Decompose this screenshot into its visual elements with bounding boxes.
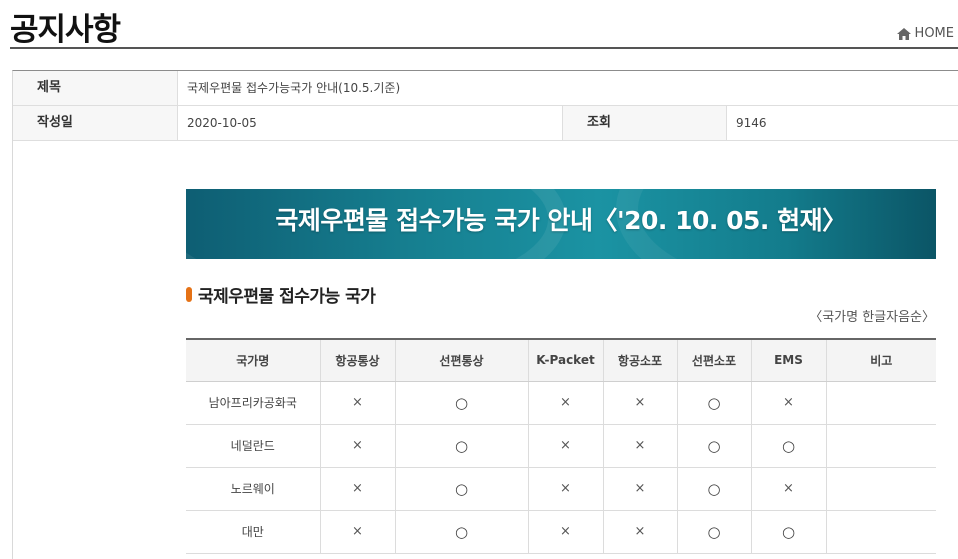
column-header: 국가명 xyxy=(186,338,320,382)
title-divider xyxy=(10,47,958,49)
title-label: 제목 xyxy=(13,71,177,105)
section-heading-text: 국제우편물 접수가능 국가 xyxy=(198,287,376,307)
country-name: 대만 xyxy=(186,510,320,554)
table-cell: × xyxy=(750,467,826,511)
table-cell xyxy=(825,381,936,425)
table-cell: × xyxy=(319,424,395,468)
banner-text: 국제우편물 접수가능 국가 안내〈'20. 10. 05. 현재〉 xyxy=(275,206,847,235)
country-table: 국가명 항공통상 선편통상 K-Packet 항공소포 선편소포 EMS 비고 … xyxy=(186,338,936,554)
table-row: 대만 × ○ × × ○ ○ xyxy=(186,510,936,554)
table-cell: ○ xyxy=(676,467,751,511)
home-label: HOME xyxy=(914,26,954,41)
home-icon xyxy=(896,27,911,40)
table-cell: × xyxy=(527,467,603,511)
table-cell: ○ xyxy=(394,381,528,425)
table-cell: ○ xyxy=(394,424,528,468)
table-cell: × xyxy=(527,381,603,425)
notice-banner: 국제우편물 접수가능 국가 안내〈'20. 10. 05. 현재〉 xyxy=(186,189,936,259)
title-value: 국제우편물 접수가능국가 안내(10.5.기준) xyxy=(187,81,401,95)
table-cell: ○ xyxy=(676,510,751,554)
table-cell: × xyxy=(319,510,395,554)
column-header: 비고 xyxy=(825,338,936,382)
table-row: 노르웨이 × ○ × × ○ × xyxy=(186,467,936,511)
table-cell: × xyxy=(602,381,677,425)
order-note: 〈국가명 한글자음순〉 xyxy=(809,310,935,325)
table-cell: × xyxy=(527,510,603,554)
column-header: 항공통상 xyxy=(319,338,395,382)
column-header: 선편통상 xyxy=(394,338,528,382)
date-value: 2020-10-05 xyxy=(187,116,257,130)
table-cell: × xyxy=(602,467,677,511)
table-cell: ○ xyxy=(750,510,826,554)
meta-row-title: 제목 국제우편물 접수가능국가 안내(10.5.기준) xyxy=(13,71,958,106)
table-cell: ○ xyxy=(676,424,751,468)
table-row: 네덜란드 × ○ × × ○ ○ xyxy=(186,424,936,468)
home-link[interactable]: HOME xyxy=(896,26,954,41)
table-cell: × xyxy=(319,467,395,511)
column-header: K-Packet xyxy=(527,338,603,382)
table-cell xyxy=(825,510,936,554)
table-cell: × xyxy=(527,424,603,468)
table-cell: ○ xyxy=(394,467,528,511)
page-title: 공지사항 xyxy=(10,12,121,48)
table-cell: × xyxy=(602,424,677,468)
meta-row-info: 작성일 2020-10-05 조회 9146 xyxy=(13,106,958,141)
table-cell xyxy=(825,424,936,468)
column-header: 항공소포 xyxy=(602,338,677,382)
table-cell: × xyxy=(602,510,677,554)
table-cell: ○ xyxy=(676,381,751,425)
table-header-row: 국가명 항공통상 선편통상 K-Packet 항공소포 선편소포 EMS 비고 xyxy=(186,338,936,382)
table-cell: × xyxy=(750,381,826,425)
country-name: 네덜란드 xyxy=(186,424,320,468)
table-row: 남아프리카공화국 × ○ × × ○ × xyxy=(186,381,936,425)
bullet-icon xyxy=(186,287,192,302)
column-header: 선편소포 xyxy=(676,338,751,382)
section-heading: 국제우편물 접수가능 국가 xyxy=(186,282,376,307)
country-name: 남아프리카공화국 xyxy=(186,381,320,425)
date-label: 작성일 xyxy=(13,106,177,140)
views-label: 조회 xyxy=(563,106,726,140)
country-name: 노르웨이 xyxy=(186,467,320,511)
table-cell: ○ xyxy=(394,510,528,554)
table-cell: × xyxy=(319,381,395,425)
views-value: 9146 xyxy=(736,116,767,130)
table-cell: ○ xyxy=(750,424,826,468)
column-header: EMS xyxy=(750,338,826,382)
table-cell xyxy=(825,467,936,511)
